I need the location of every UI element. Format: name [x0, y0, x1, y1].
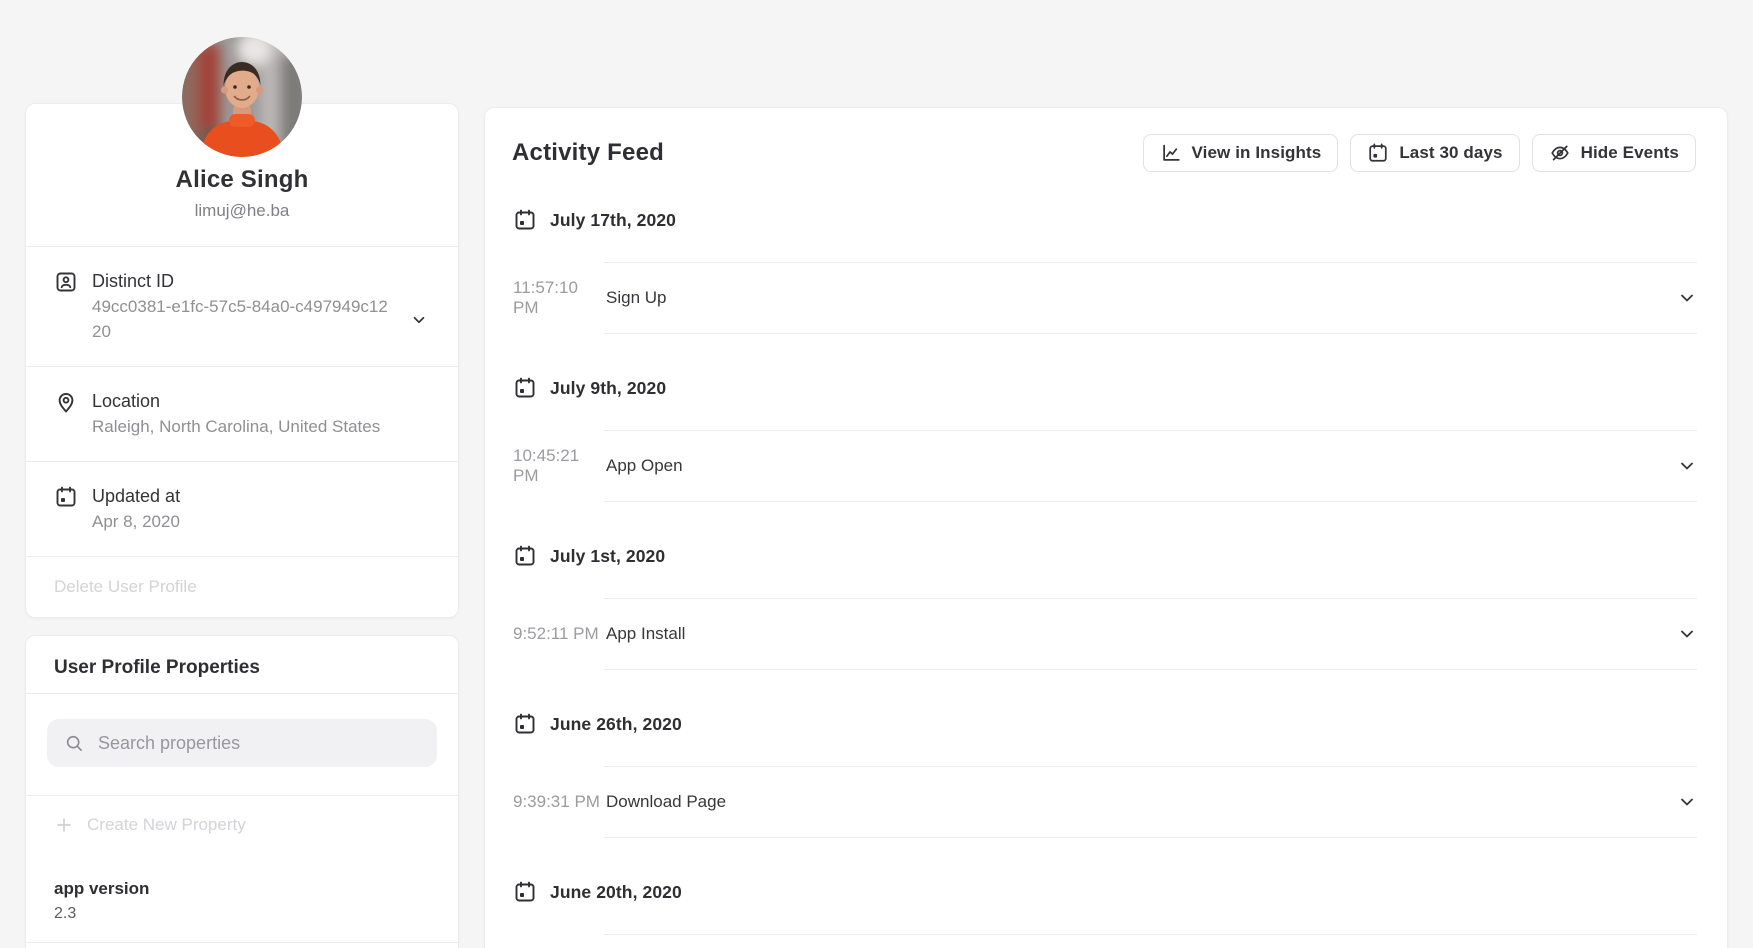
- date-label: July 1st, 2020: [550, 546, 665, 567]
- calendar-icon: [513, 712, 537, 736]
- search-box[interactable]: [47, 719, 437, 767]
- plus-icon: [54, 815, 74, 835]
- button-label: View in Insights: [1192, 143, 1322, 163]
- location-row: Location Raleigh, North Carolina, United…: [26, 366, 458, 461]
- create-new-property-row[interactable]: Create New Property: [26, 795, 458, 861]
- properties-title: User Profile Properties: [26, 636, 458, 693]
- event-feed: July 17th, 2020 11:57:10 PM Sign Up July…: [485, 172, 1727, 948]
- event-time: 9:39:31 PM: [513, 792, 606, 812]
- event-group: July 9th, 2020 10:45:21 PM App Open: [513, 376, 1697, 502]
- date-header: July 1st, 2020: [513, 544, 1697, 568]
- date-label: June 26th, 2020: [550, 714, 682, 735]
- id-card-icon: [54, 270, 78, 294]
- date-header: July 17th, 2020: [513, 208, 1697, 232]
- avatar: [182, 37, 302, 157]
- event-row[interactable]: 10:45:21 PM App Open: [513, 431, 1697, 501]
- field-label: Distinct ID: [92, 269, 392, 293]
- field-label: Updated at: [92, 484, 180, 508]
- chevron-down-icon[interactable]: [1677, 624, 1697, 644]
- activity-feed-card: Activity Feed View in Insights Last 30 d…: [484, 107, 1728, 948]
- event-group: June 20th, 2020: [513, 880, 1697, 935]
- search-icon: [64, 733, 85, 754]
- user-profile-properties-card: User Profile Properties Create New Prope…: [25, 635, 459, 948]
- field-label: Location: [92, 389, 380, 413]
- divider: [604, 934, 1697, 935]
- divider: [604, 837, 1697, 838]
- calendar-icon: [1367, 142, 1389, 164]
- event-row[interactable]: 9:39:31 PM Download Page: [513, 767, 1697, 837]
- date-header: June 20th, 2020: [513, 880, 1697, 904]
- event-row[interactable]: 9:52:11 PM App Install: [513, 599, 1697, 669]
- property-name: app version: [54, 877, 430, 901]
- divider: [26, 942, 458, 943]
- location-pin-icon: [54, 390, 78, 414]
- divider: [604, 333, 1697, 334]
- event-time: 11:57:10 PM: [513, 278, 606, 318]
- property-value: 2.3: [54, 901, 430, 926]
- chevron-down-icon[interactable]: [1677, 456, 1697, 476]
- search-section: [26, 693, 458, 795]
- event-time: 10:45:21 PM: [513, 446, 606, 486]
- chevron-down-icon[interactable]: [1677, 792, 1697, 812]
- event-group: June 26th, 2020 9:39:31 PM Download Page: [513, 712, 1697, 838]
- date-label: July 9th, 2020: [550, 378, 666, 399]
- calendar-icon: [513, 208, 537, 232]
- event-row[interactable]: 11:57:10 PM Sign Up: [513, 263, 1697, 333]
- view-in-insights-button[interactable]: View in Insights: [1143, 134, 1339, 172]
- date-header: July 9th, 2020: [513, 376, 1697, 400]
- delete-user-profile-button[interactable]: Delete User Profile: [54, 577, 197, 596]
- chevron-down-icon[interactable]: [410, 311, 428, 329]
- updated-at-row: Updated at Apr 8, 2020: [26, 461, 458, 556]
- distinct-id-row: Distinct ID 49cc0381-e1fc-57c5-84a0-c497…: [26, 246, 458, 366]
- search-properties-input[interactable]: [98, 733, 420, 754]
- last-30-days-button[interactable]: Last 30 days: [1350, 134, 1519, 172]
- activity-feed-header: Activity Feed View in Insights Last 30 d…: [485, 108, 1727, 172]
- event-name: Download Page: [606, 792, 726, 812]
- event-group: July 17th, 2020 11:57:10 PM Sign Up: [513, 208, 1697, 334]
- calendar-icon: [54, 485, 78, 509]
- property-list-item[interactable]: app version 2.3: [26, 861, 458, 942]
- button-label: Last 30 days: [1399, 143, 1502, 163]
- activity-feed-title: Activity Feed: [512, 139, 664, 167]
- user-profile-card: Alice Singh limuj@he.ba Distinct ID 49cc…: [25, 103, 459, 618]
- chevron-down-icon[interactable]: [1677, 288, 1697, 308]
- activity-feed-actions: View in Insights Last 30 days Hide Event…: [1143, 134, 1696, 172]
- eye-off-icon: [1549, 142, 1571, 164]
- calendar-icon: [513, 544, 537, 568]
- profile-name: Alice Singh: [46, 166, 438, 194]
- distinct-id-value: 49cc0381-e1fc-57c5-84a0-c497949c1220: [92, 294, 392, 344]
- event-time: 9:52:11 PM: [513, 624, 606, 644]
- delete-user-profile-row: Delete User Profile: [26, 556, 458, 617]
- date-header: June 26th, 2020: [513, 712, 1697, 736]
- date-label: July 17th, 2020: [550, 210, 676, 231]
- updated-at-value: Apr 8, 2020: [92, 509, 180, 534]
- create-new-property-button[interactable]: Create New Property: [87, 813, 246, 837]
- insights-chart-icon: [1160, 142, 1182, 164]
- date-label: June 20th, 2020: [550, 882, 682, 903]
- divider: [604, 501, 1697, 502]
- profile-email: limuj@he.ba: [46, 202, 438, 220]
- avatar-photo: [182, 37, 302, 157]
- event-name: App Open: [606, 456, 683, 476]
- event-name: App Install: [606, 624, 685, 644]
- divider: [604, 669, 1697, 670]
- button-label: Hide Events: [1581, 143, 1679, 163]
- calendar-icon: [513, 880, 537, 904]
- location-value: Raleigh, North Carolina, United States: [92, 414, 380, 439]
- hide-events-button[interactable]: Hide Events: [1532, 134, 1696, 172]
- event-group: July 1st, 2020 9:52:11 PM App Install: [513, 544, 1697, 670]
- event-name: Sign Up: [606, 288, 666, 308]
- calendar-icon: [513, 376, 537, 400]
